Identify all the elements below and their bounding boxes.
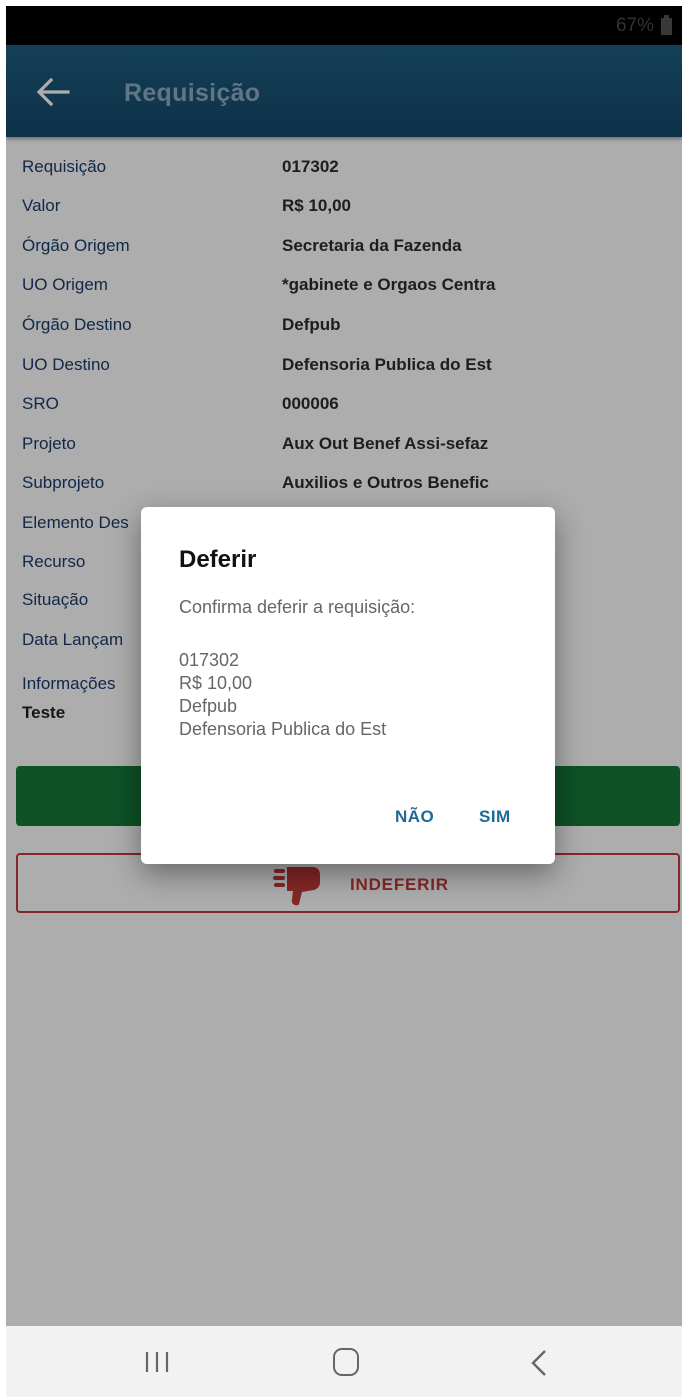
home-icon[interactable] [333,1348,359,1376]
system-nav-bar [6,1326,682,1397]
dialog-title: Deferir [179,546,257,573]
confirm-dialog: Deferir Confirma deferir a requisição: 0… [141,507,555,864]
dialog-detail-line: R$ 10,00 [179,673,253,693]
dialog-detail-line: 017302 [179,650,240,670]
system-back-icon[interactable] [530,1349,548,1377]
no-button[interactable]: NÃO [395,807,434,827]
recent-apps-icon[interactable] [144,1350,170,1374]
dialog-message: Confirma deferir a requisição: [179,597,416,617]
dialog-detail-line: Defensoria Publica do Est [179,719,387,739]
dialog-detail-line: Defpub [179,696,238,716]
yes-button[interactable]: SIM [479,807,511,827]
screen: 67% Requisição Requisição 017302 Valor R… [6,6,682,1397]
